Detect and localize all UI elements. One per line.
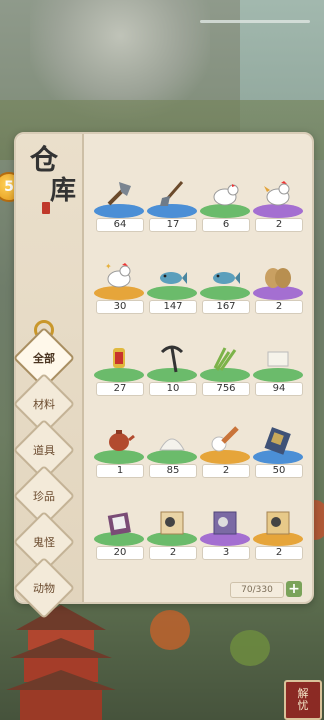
item-count: 6	[202, 218, 250, 232]
tab-label: 道具	[33, 444, 55, 457]
item-count: 3	[202, 546, 250, 560]
title-char-2: 库	[50, 176, 77, 206]
scroll-merchant-icon	[266, 511, 290, 535]
inventory-item[interactable]: 167	[198, 256, 252, 318]
item-count: 167	[202, 300, 250, 314]
axe-icon	[107, 182, 131, 206]
item-count: 2	[202, 464, 250, 478]
teapot-icon	[109, 430, 135, 451]
inventory-item[interactable]: 64	[92, 174, 146, 236]
straw-sandals-icon	[265, 268, 291, 288]
inventory-item[interactable]: 27	[92, 338, 146, 400]
inventory-item[interactable]: 17	[145, 174, 199, 236]
svg-text:✦: ✦	[105, 262, 112, 271]
inventory-item[interactable]: 2	[251, 502, 305, 564]
title-char-1: 仓	[30, 143, 59, 176]
rooster-sparkle-icon: ✦	[105, 262, 131, 288]
inventory-item[interactable]: 756	[198, 338, 252, 400]
inventory-item[interactable]: 50	[251, 420, 305, 482]
item-count: 50	[255, 464, 303, 478]
inventory-item[interactable]: 2	[251, 174, 305, 236]
pestle-icon	[211, 426, 239, 452]
seal-stamp-icon	[42, 202, 50, 214]
inventory-item[interactable]: 147	[145, 256, 199, 318]
inventory-item[interactable]: 20	[92, 502, 146, 564]
category-sidebar: 仓 库 全部材料道具珍品鬼怪动物	[12, 134, 84, 620]
tab-label: 珍品	[33, 490, 55, 503]
salt-pile-icon	[159, 438, 185, 451]
item-count: 1	[96, 464, 144, 478]
worry-button-line2: 忧	[297, 699, 309, 712]
inventory-item[interactable]: 1	[92, 420, 146, 482]
item-count: 10	[149, 382, 197, 396]
inventory-item[interactable]: 10	[145, 338, 199, 400]
inventory-item[interactable]: 2	[198, 420, 252, 482]
item-count: 20	[96, 546, 144, 560]
inventory-item[interactable]: 85	[145, 420, 199, 482]
expand-capacity-button[interactable]: +	[286, 581, 302, 597]
inventory-item[interactable]: 3	[198, 502, 252, 564]
tab-label: 鬼怪	[33, 536, 55, 549]
capacity-counter: 70/330	[230, 582, 284, 598]
hen-icon	[213, 184, 239, 206]
item-count: 2	[255, 218, 303, 232]
scroll-worker-icon	[213, 511, 237, 535]
item-count: 94	[255, 382, 303, 396]
fish-icon	[160, 272, 187, 284]
inventory-item[interactable]: 2	[145, 502, 199, 564]
pickaxe-icon	[160, 345, 184, 373]
inventory-item[interactable]: 6	[198, 174, 252, 236]
shovel-icon	[160, 181, 184, 206]
item-count: 27	[96, 382, 144, 396]
talisman-bottle-icon	[113, 348, 125, 368]
inventory-item[interactable]: 2	[251, 256, 305, 318]
coin-symbol: 5	[4, 179, 14, 195]
inventory-item[interactable]: 94	[251, 338, 305, 400]
background-tree	[230, 630, 270, 666]
inventory-item[interactable]: ✦ 30	[92, 256, 146, 318]
scroll-villager-icon	[160, 511, 184, 535]
item-count: 30	[96, 300, 144, 314]
status-bar-indicator	[200, 20, 310, 23]
tab-label: 材料	[33, 398, 55, 411]
item-count: 756	[202, 382, 250, 396]
scallion-icon	[213, 347, 237, 371]
portrait-book-icon	[107, 512, 131, 536]
pagoda-building-icon	[6, 605, 116, 720]
background-tree	[150, 610, 190, 650]
item-count: 2	[255, 546, 303, 560]
item-count: 2	[149, 546, 197, 560]
book-icon	[264, 427, 291, 455]
worry-button[interactable]: 解 忧	[284, 680, 322, 720]
item-count: 85	[149, 464, 197, 478]
tab-label: 全部	[33, 352, 55, 365]
warehouse-panel: 仓 库 全部 材料 道具 珍品 鬼怪 动物 64 17 6 2 ✦ 30 147 167 2 27 10 756…	[12, 132, 314, 620]
tofu-icon	[267, 351, 289, 367]
item-count: 64	[96, 218, 144, 232]
item-count: 17	[149, 218, 197, 232]
item-count: 2	[255, 300, 303, 314]
fish-icon	[213, 272, 240, 284]
panel-title: 仓 库	[28, 144, 78, 214]
item-count: 147	[149, 300, 197, 314]
tab-label: 动物	[33, 582, 55, 595]
rooster-icon	[264, 181, 290, 206]
